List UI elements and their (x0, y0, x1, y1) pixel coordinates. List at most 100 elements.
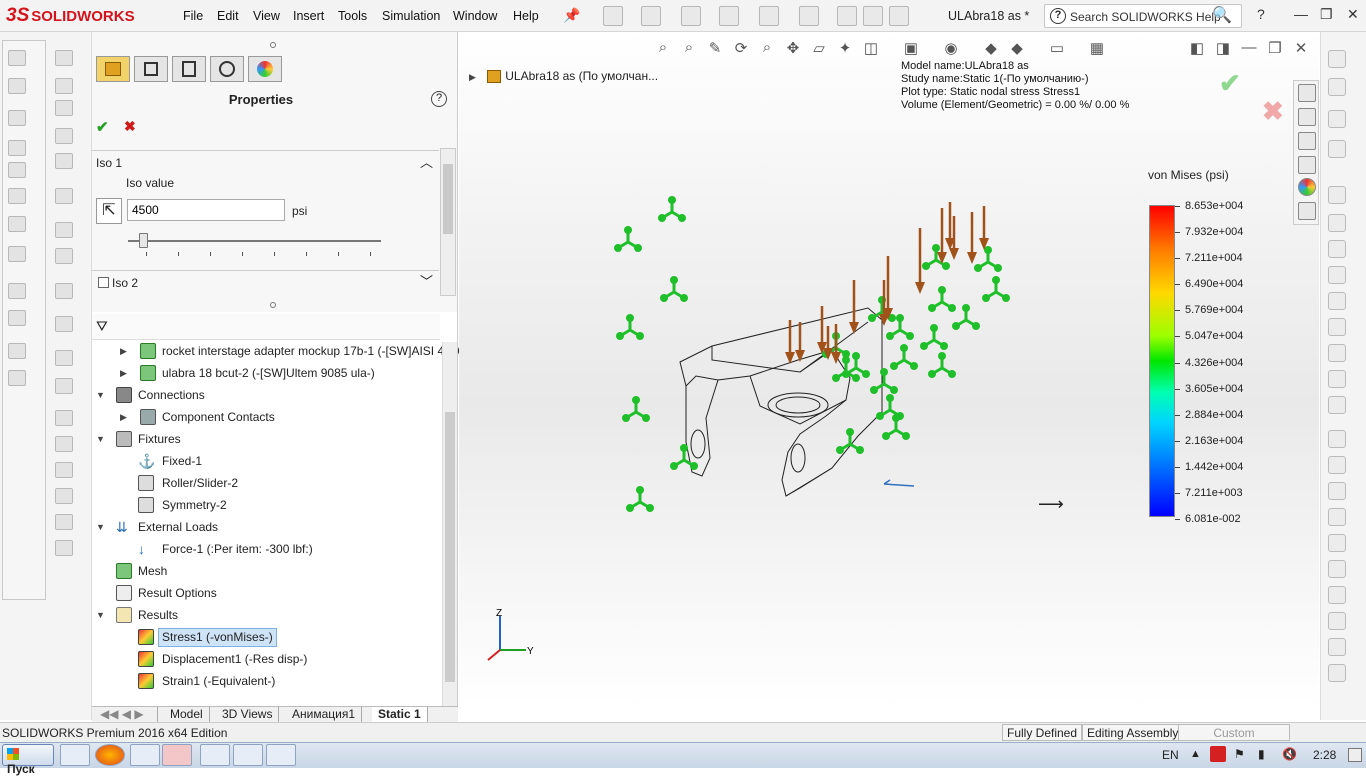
view-orientation-icon[interactable]: ◫ (862, 39, 880, 57)
menu-insert[interactable]: Insert (293, 9, 324, 23)
cancel-button[interactable]: ✖ (124, 118, 136, 135)
edit-appearance-icon[interactable]: ◆ (982, 39, 1000, 57)
toolbar-icon[interactable] (55, 436, 73, 452)
dynamic-annotation-icon[interactable]: ✦ (836, 39, 854, 57)
toolbar-icon[interactable] (55, 100, 73, 116)
centerline-icon[interactable] (1328, 370, 1346, 388)
ok-button[interactable]: ✔ (96, 118, 109, 136)
custom-properties-icon[interactable] (1298, 202, 1316, 220)
line-icon[interactable] (1328, 50, 1346, 68)
zoom-to-fit-icon[interactable]: ⌕ (654, 39, 672, 57)
wrap-icon[interactable] (8, 310, 26, 326)
toolbar-icon[interactable] (55, 222, 73, 238)
tree-node-component[interactable]: ▶ rocket interstage adapter mockup 17b-1… (120, 341, 464, 361)
section-view-icon[interactable]: ▱ (810, 39, 828, 57)
display-relations-icon[interactable] (1328, 586, 1346, 604)
menu-file[interactable]: File (183, 9, 203, 23)
line-icon[interactable] (1328, 78, 1346, 96)
collapse-icon[interactable]: ▼ (96, 605, 108, 625)
expand-icon[interactable]: ▶ (120, 407, 132, 427)
zoom-icon[interactable]: ⌕ (758, 39, 776, 57)
trim-icon[interactable] (1328, 430, 1346, 448)
tab-property-manager[interactable] (134, 56, 168, 82)
toolbar-icon[interactable] (55, 316, 73, 332)
scrollbar-thumb[interactable] (445, 412, 455, 682)
chevron-down-icon[interactable]: ﹀ (420, 271, 433, 290)
toolbar-icon[interactable] (55, 350, 73, 366)
toolbar-icon[interactable] (55, 283, 73, 299)
hide-show-icon[interactable]: ◉ (942, 39, 960, 57)
toolbar-icon[interactable] (55, 540, 73, 556)
move-entities-icon[interactable] (1328, 560, 1346, 578)
toolbar-icon[interactable] (55, 153, 73, 169)
expand-icon[interactable]: ▶ (469, 72, 476, 82)
filter-icon[interactable]: ⛛ (96, 318, 108, 335)
linear-pattern-icon[interactable] (1328, 534, 1346, 552)
language-indicator[interactable]: EN (1162, 748, 1179, 762)
convert-entities-icon[interactable] (1328, 456, 1346, 474)
ellipse-icon[interactable] (1328, 266, 1346, 284)
restore-button[interactable]: ❐ (1320, 6, 1333, 23)
repair-sketch-icon[interactable] (1328, 612, 1346, 630)
spline-icon[interactable] (1328, 240, 1346, 258)
solidworks-logo[interactable]: 3S SOLIDWORKS (6, 4, 154, 28)
view-palette-icon[interactable] (1298, 156, 1316, 174)
display-style-icon[interactable]: ▣ (902, 39, 920, 57)
close-button[interactable]: ✕ (1347, 6, 1359, 23)
iso-slider-track[interactable] (128, 240, 381, 242)
rectangle-icon[interactable] (1328, 110, 1346, 128)
slot-icon[interactable] (1328, 140, 1346, 158)
sketch-icon[interactable] (8, 50, 26, 66)
open-icon[interactable] (641, 6, 661, 26)
design-library-icon[interactable] (1298, 108, 1316, 126)
toolbar-icon[interactable] (55, 462, 73, 478)
print-icon[interactable] (719, 6, 739, 26)
point-icon[interactable] (1328, 344, 1346, 362)
viewport-minimize-icon[interactable]: — (1240, 39, 1258, 57)
search-icon[interactable]: 🔍 (1212, 5, 1232, 25)
viewport-tile-icon[interactable]: ◨ (1214, 39, 1232, 57)
file-explorer-icon[interactable] (1298, 132, 1316, 150)
sweep-icon[interactable] (8, 140, 26, 156)
confirm-ok-icon[interactable]: ✔ (1219, 68, 1241, 99)
collapse-icon[interactable]: ▼ (96, 429, 108, 449)
new-document-icon[interactable] (603, 6, 623, 26)
scrollbar-thumb[interactable] (443, 164, 453, 234)
tab-scroll-arrows[interactable]: ◀◀ ◀ ▶ ▶▶ (94, 707, 158, 736)
tab-animation1[interactable]: Анимация1 (286, 707, 363, 723)
toolbar-icon[interactable] (55, 188, 73, 204)
tab-display-manager[interactable] (248, 56, 282, 82)
volume-icon[interactable]: 🔇 (1282, 747, 1297, 761)
chevron-up-icon[interactable]: ︿ (420, 152, 433, 171)
pattern-icon[interactable] (8, 246, 26, 262)
menu-edit[interactable]: Edit (217, 9, 239, 23)
solidworks-taskbar-icon[interactable] (162, 744, 192, 766)
loft-icon[interactable] (8, 162, 26, 178)
minimize-button[interactable]: — (1294, 6, 1308, 22)
show-desktop-icon[interactable] (1348, 748, 1362, 762)
viewport-close-icon[interactable]: ✕ (1292, 39, 1310, 57)
tree-filter-bar[interactable]: ⛛ (92, 314, 440, 340)
collapse-icon[interactable]: ▼ (96, 385, 108, 405)
iso-value-input[interactable] (127, 199, 285, 221)
app-taskbar-icon[interactable] (233, 744, 263, 766)
toolbar-icon[interactable] (55, 78, 73, 94)
zoom-to-area-icon[interactable]: ⌕ (680, 39, 698, 57)
tab-feature-manager[interactable] (96, 56, 130, 82)
firefox-taskbar-icon[interactable] (95, 744, 125, 766)
help-button[interactable]: ? (1257, 6, 1265, 22)
collapse-icon[interactable]: ▼ (96, 517, 108, 537)
shell-icon[interactable] (8, 216, 26, 232)
rotate-icon[interactable]: ⟳ (732, 39, 750, 57)
tab-model[interactable]: Model (164, 707, 210, 723)
fillet-icon[interactable] (8, 188, 26, 204)
property-manager-scrollbar[interactable] (440, 148, 456, 296)
toolbar-icon[interactable] (55, 378, 73, 394)
app-taskbar-icon[interactable] (200, 744, 230, 766)
save-icon[interactable] (681, 6, 701, 26)
draft-icon[interactable] (8, 343, 26, 359)
menu-simulation[interactable]: Simulation (382, 9, 440, 23)
text-icon[interactable] (1328, 396, 1346, 414)
arc-icon[interactable] (1328, 214, 1346, 232)
iso1-group-header[interactable]: Iso 1 ︿ (92, 150, 439, 172)
